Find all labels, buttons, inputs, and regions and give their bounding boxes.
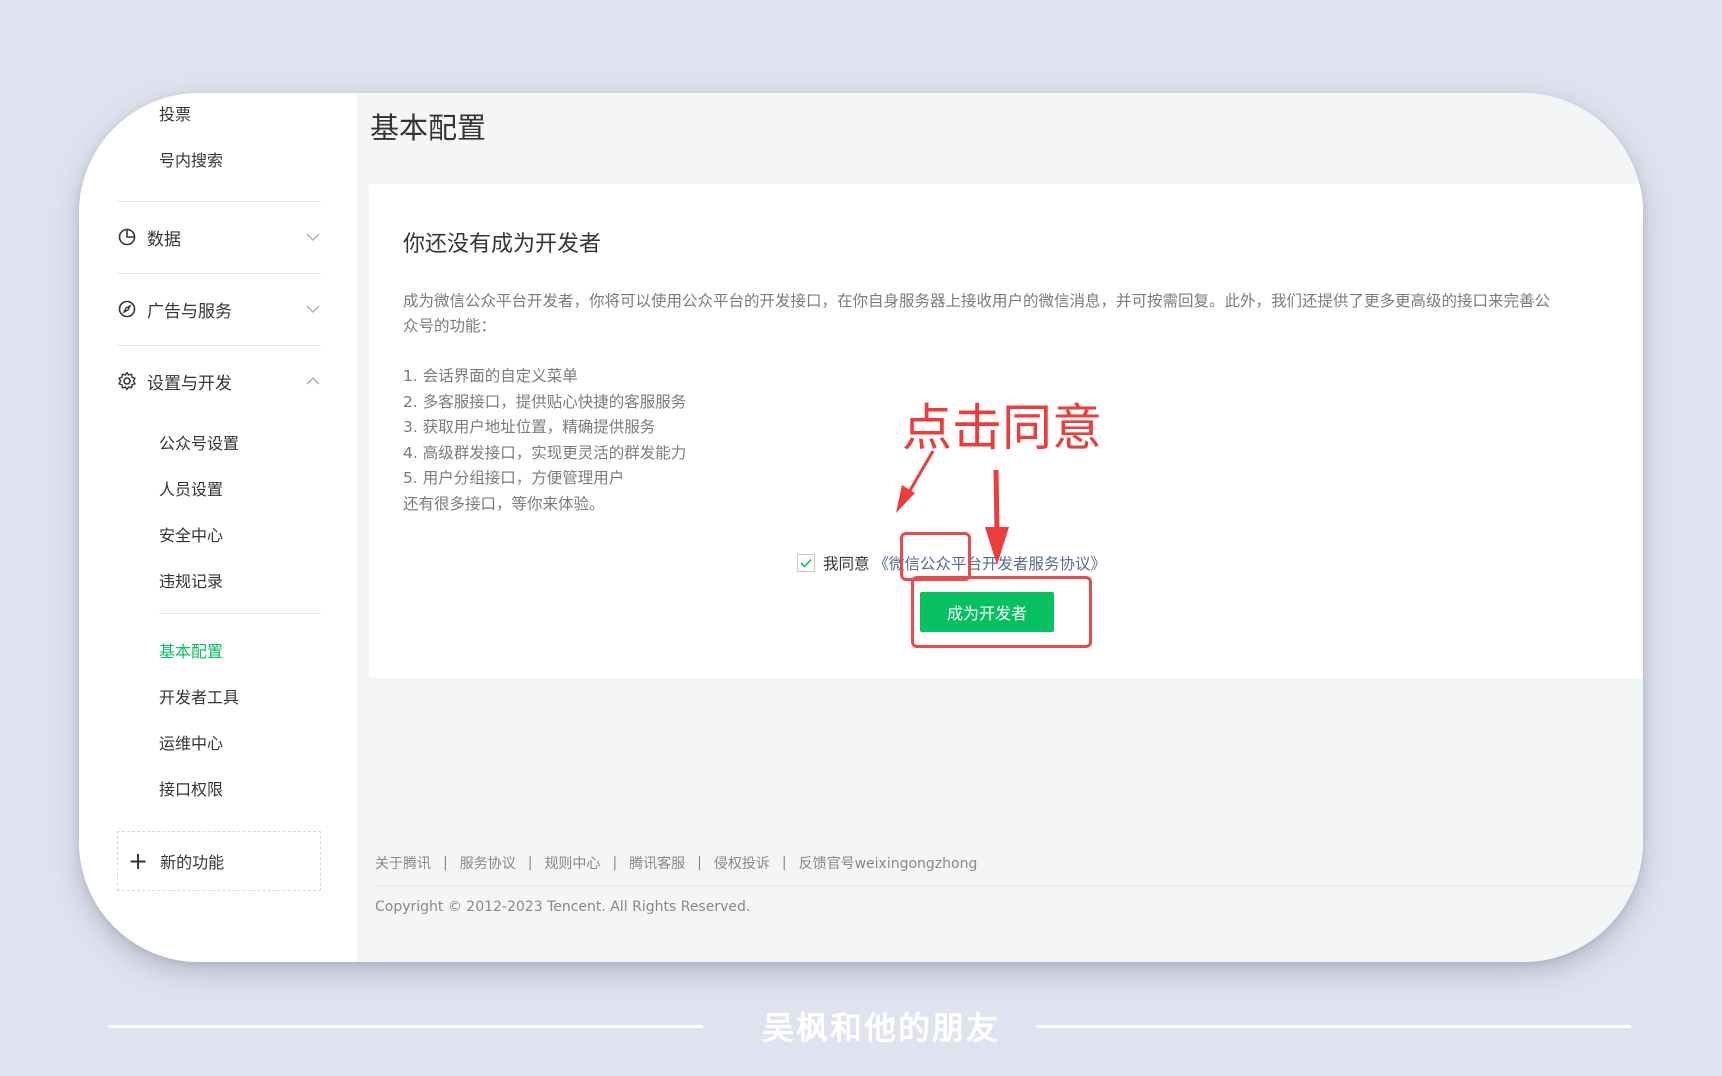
footer-separator: | <box>697 855 702 871</box>
sidebar-item-dev-tools[interactable]: 开发者工具 <box>159 684 239 708</box>
compass-icon <box>117 299 137 319</box>
sidebar-divider <box>117 201 321 202</box>
annotation-arrow <box>993 469 1000 531</box>
sidebar-group-label: 数据 <box>147 229 181 250</box>
gear-icon <box>117 371 137 391</box>
sidebar-group-label: 广告与服务 <box>147 301 232 322</box>
sidebar-item-api-permissions[interactable]: 接口权限 <box>159 776 223 800</box>
footer-separator: | <box>781 855 787 871</box>
sidebar-divider <box>117 273 321 274</box>
footer-separator: | <box>612 855 618 871</box>
main-content: 基本配置 你还没有成为开发者 成为微信公众平台开发者，你将可以使用公众平台的开发… <box>357 93 1643 962</box>
screenshot-card: 投票 号内搜索 数据 广告与服务 设置与开发 公众号设置 人员设置 安全中心 违… <box>79 93 1643 962</box>
sidebar-group-settings[interactable]: 设置与开发 <box>117 367 321 395</box>
sidebar-item-vote[interactable]: 投票 <box>159 101 191 125</box>
watermark-line-left <box>108 1025 703 1028</box>
new-feature-label: 新的功能 <box>160 853 225 872</box>
annotation-arrows <box>896 450 1009 565</box>
footer-divider <box>375 885 1643 886</box>
sidebar: 投票 号内搜索 数据 广告与服务 设置与开发 公众号设置 人员设置 安全中心 违… <box>79 93 357 962</box>
pie-chart-icon <box>117 227 137 247</box>
chevron-up-icon <box>305 373 321 389</box>
footer-link-about[interactable]: 关于腾讯 <box>375 853 431 873</box>
chevron-down-icon <box>305 229 321 245</box>
sidebar-divider <box>117 345 321 346</box>
sidebar-group-label: 设置与开发 <box>147 373 232 394</box>
sidebar-item-violations[interactable]: 违规记录 <box>159 568 223 592</box>
copyright: Copyright © 2012-2023 Tencent. All Right… <box>375 899 751 915</box>
footer-separator: | <box>443 855 448 871</box>
sidebar-group-data[interactable]: 数据 <box>117 223 321 251</box>
annotation-arrowhead <box>985 527 1009 565</box>
chevron-down-icon <box>305 301 321 317</box>
sidebar-item-ops-center[interactable]: 运维中心 <box>159 730 223 754</box>
sidebar-item-member-settings[interactable]: 人员设置 <box>159 476 223 500</box>
footer-link-feedback[interactable]: 反馈官号weixingongzhong <box>799 853 978 873</box>
annotation-arrow <box>906 450 935 495</box>
footer-link-rules[interactable]: 规则中心 <box>544 853 600 873</box>
sidebar-item-security-center[interactable]: 安全中心 <box>159 522 223 546</box>
watermark-line-right <box>1036 1025 1631 1028</box>
sidebar-item-account-settings[interactable]: 公众号设置 <box>159 430 239 454</box>
footer-links: 关于腾讯 | 服务协议 | 规则中心 | 腾讯客服 | 侵权投诉 | 反馈官号w… <box>375 853 977 873</box>
sidebar-item-search[interactable]: 号内搜索 <box>159 147 223 171</box>
footer-link-terms[interactable]: 服务协议 <box>460 853 516 873</box>
watermark: 吴枫和他的朋友 <box>762 1009 1001 1047</box>
sidebar-group-ads[interactable]: 广告与服务 <box>117 295 321 323</box>
plus-icon: + <box>128 847 149 875</box>
footer-link-infringement[interactable]: 侵权投诉 <box>714 853 770 873</box>
new-feature-button[interactable]: + 新的功能 <box>117 831 321 891</box>
footer-separator: | <box>527 855 533 871</box>
sidebar-item-basic-config[interactable]: 基本配置 <box>159 638 223 662</box>
footer-link-support[interactable]: 腾讯客服 <box>629 853 685 873</box>
sidebar-divider <box>159 613 321 614</box>
